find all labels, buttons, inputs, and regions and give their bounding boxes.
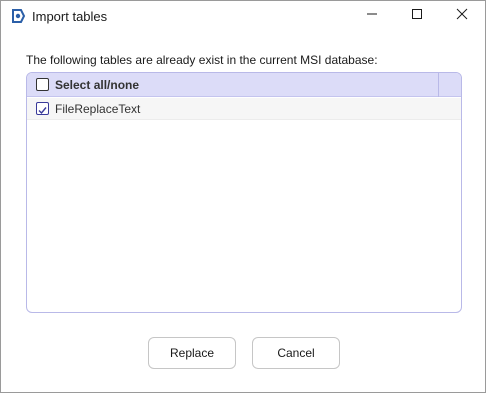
header-column-divider[interactable] — [438, 73, 439, 97]
list-header: Select all/none — [27, 73, 461, 97]
close-icon — [456, 7, 468, 25]
close-button[interactable] — [439, 1, 485, 31]
dialog-message: The following tables are already exist i… — [26, 53, 378, 67]
window-title: Import tables — [32, 9, 108, 24]
maximize-icon — [411, 7, 423, 25]
checkmark-icon — [38, 107, 47, 115]
tables-list: Select all/none FileReplaceText — [26, 72, 462, 313]
list-item[interactable]: FileReplaceText — [27, 98, 461, 120]
cancel-button[interactable]: Cancel — [252, 337, 340, 369]
select-all-label[interactable]: Select all/none — [55, 78, 139, 92]
minimize-button[interactable] — [349, 1, 395, 31]
replace-button[interactable]: Replace — [148, 337, 236, 369]
table-checkbox[interactable] — [36, 102, 49, 115]
title-bar[interactable]: Import tables — [1, 1, 485, 31]
import-tables-dialog: Import tables The following tables are a… — [0, 0, 486, 393]
minimize-icon — [366, 7, 378, 25]
app-logo-icon — [10, 8, 26, 24]
table-name: FileReplaceText — [55, 102, 141, 116]
select-all-checkbox[interactable] — [36, 78, 49, 91]
maximize-button[interactable] — [394, 1, 440, 31]
